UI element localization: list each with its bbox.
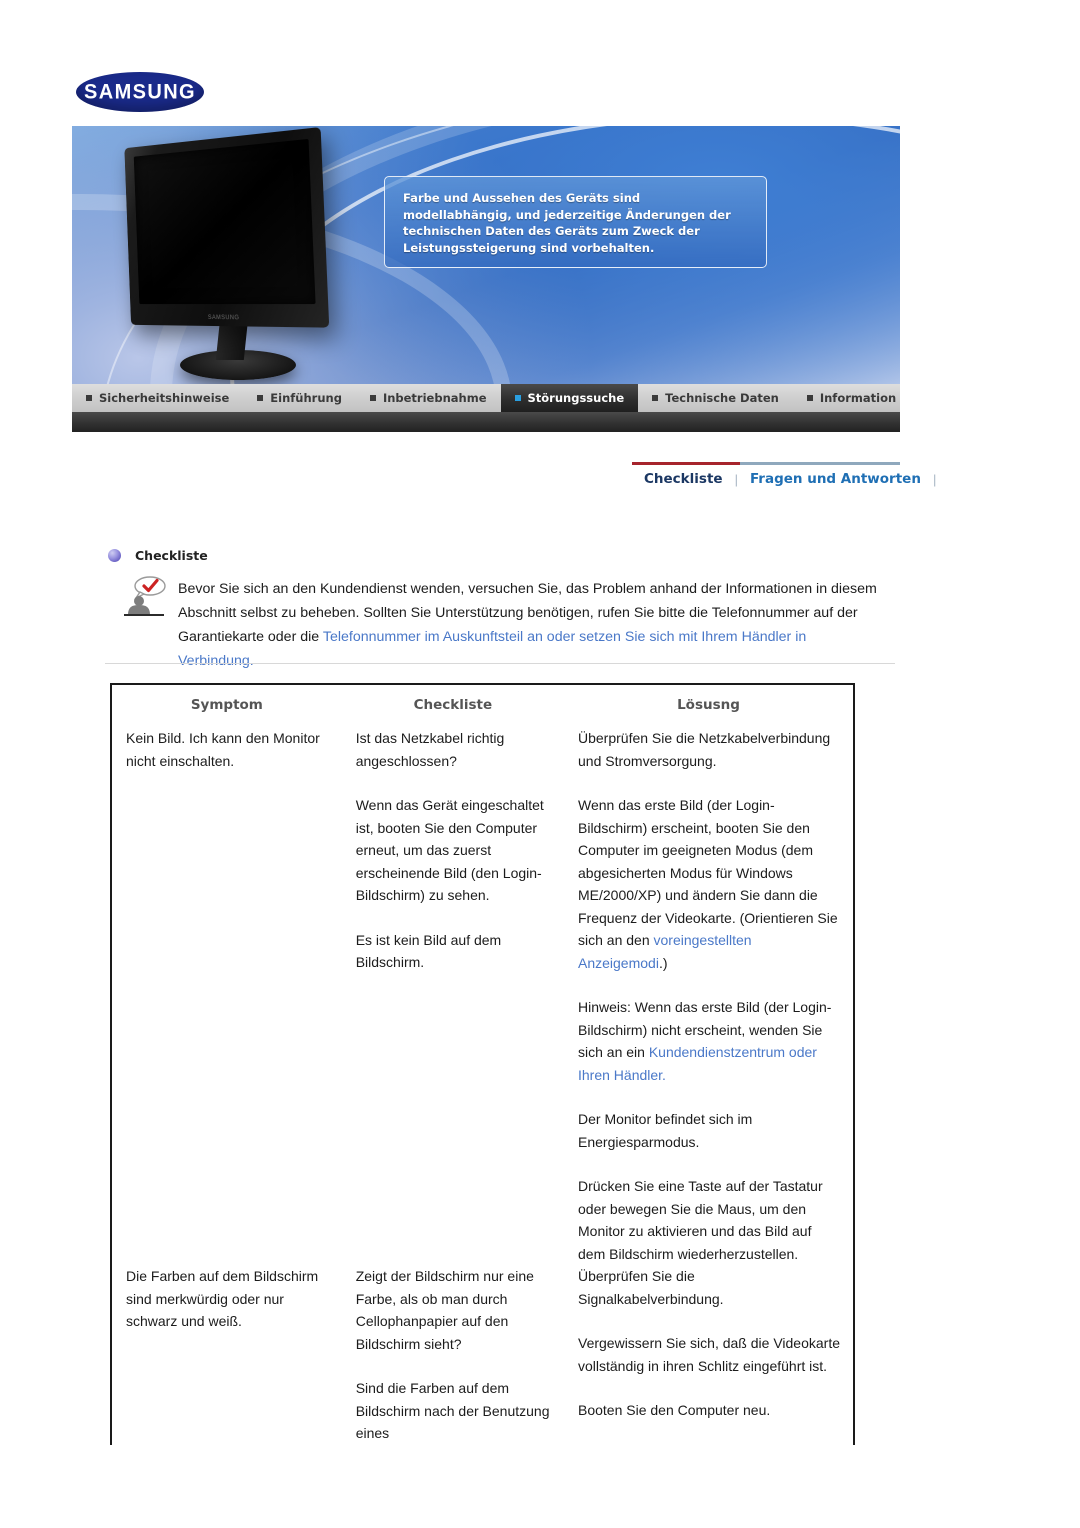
check-item: Sind die Farben auf dem Bildschirm nach …	[355, 1380, 550, 1441]
solution-item: Der Monitor befindet sich im Energiespar…	[578, 1111, 753, 1150]
page-root: SAMSUNG SAMSUNG Farbe und Aussehen des G…	[0, 0, 1080, 1528]
cell-solutions: Überprüfen Sie die Netzkabelverbindung u…	[564, 727, 853, 1265]
intro-block: Bevor Sie sich an den Kundendienst wende…	[120, 575, 880, 673]
subnav-rule	[632, 462, 900, 465]
solution-item: Überprüfen Sie die Netzkabelverbindung u…	[578, 730, 831, 769]
table-header-symptom: Symptom	[190, 697, 263, 713]
nav-tab-label: Störungssuche	[527, 391, 625, 405]
cell-checks: Zeigt der Bildschirm nur eine Farbe, als…	[342, 1265, 564, 1445]
check-item: Zeigt der Bildschirm nur eine Farbe, als…	[355, 1268, 534, 1352]
nav-tab-information[interactable]: Information	[793, 384, 910, 412]
solution-item: Wenn das erste Bild (der Login-Bildschir…	[578, 794, 841, 974]
subnav-item-checkliste[interactable]: Checkliste	[632, 471, 735, 487]
samsung-logo: SAMSUNG	[76, 72, 316, 118]
nav-tab-einfuehrung[interactable]: Einführung	[243, 384, 356, 412]
solution-item: Hinweis: Wenn das erste Bild (der Login-…	[578, 996, 841, 1086]
hero-banner: SAMSUNG Farbe und Aussehen des Geräts si…	[72, 126, 900, 384]
bullet-square-icon	[652, 395, 659, 401]
cell-symptom: Die Farben auf dem Bildschirm sind merkw…	[126, 1268, 319, 1329]
subnav-separator: |	[932, 471, 937, 487]
nav-tab-label: Sicherheitshinweise	[99, 391, 230, 405]
nav-tab-stoerungssuche[interactable]: Störungssuche	[500, 384, 639, 412]
section-heading: Checkliste	[108, 548, 208, 563]
content-divider	[105, 663, 895, 664]
main-navigation[interactable]: Sicherheitshinweise Einführung Inbetrieb…	[72, 384, 900, 412]
table-row: Kein Bild. Ich kann den Monitor nicht ei…	[112, 727, 853, 1265]
subnav-active-underline	[632, 462, 740, 465]
banner-notice-text: Farbe und Aussehen des Geräts sind model…	[403, 191, 731, 255]
intro-text: Bevor Sie sich an den Kundendienst wende…	[178, 575, 880, 673]
solution-text: Wenn das erste Bild (der Login-Bildschir…	[578, 797, 838, 948]
person-checkmark-icon	[120, 575, 168, 623]
monitor-screen	[133, 138, 316, 305]
subnav-item-fragen-und-antworten[interactable]: Fragen und Antworten	[738, 471, 933, 487]
table-header-checkliste: Checkliste	[413, 697, 493, 713]
table-row: Die Farben auf dem Bildschirm sind merkw…	[112, 1265, 853, 1445]
bullet-square-icon	[257, 395, 264, 401]
nav-tab-inbetriebnahme[interactable]: Inbetriebnahme	[356, 384, 501, 412]
banner-notice-box: Farbe und Aussehen des Geräts sind model…	[384, 176, 767, 268]
bullet-square-icon	[806, 395, 813, 401]
logo-text: SAMSUNG	[83, 79, 197, 104]
cell-symptom: Kein Bild. Ich kann den Monitor nicht ei…	[126, 730, 320, 769]
nav-tab-label: Einführung	[270, 391, 342, 405]
monitor-product-image: SAMSUNG	[106, 127, 406, 380]
solution-item: Vergewissern Sie sich, daß die Videokart…	[578, 1335, 840, 1374]
solution-text-post: .)	[658, 954, 668, 971]
nav-tab-label: Technische Daten	[665, 391, 779, 405]
troubleshooting-table: Symptom Checkliste Lösusng Kein Bild. Ic…	[110, 683, 855, 1445]
check-item: Wenn das Gerät eingeschaltet ist, booten…	[355, 797, 544, 903]
logo-ellipse: SAMSUNG	[76, 72, 204, 112]
nav-tab-label: Information	[819, 391, 897, 405]
subnav-items: Checkliste | Fragen und Antworten |	[632, 471, 936, 487]
cell-checks: Ist das Netzkabel richtig angeschlossen?…	[342, 727, 564, 1265]
solution-item: Booten Sie den Computer neu.	[578, 1402, 771, 1418]
nav-tab-label: Inbetriebnahme	[382, 391, 487, 405]
check-item: Ist das Netzkabel richtig angeschlossen?	[355, 730, 505, 769]
solution-item: Drücken Sie eine Taste auf der Tastatur …	[578, 1178, 823, 1262]
solution-item: Überprüfen Sie die Signalkabelverbindung…	[578, 1268, 724, 1307]
bullet-square-icon	[86, 395, 92, 401]
nav-tab-sicherheitshinweise[interactable]: Sicherheitshinweise	[72, 384, 243, 412]
sub-navigation[interactable]: Checkliste | Fragen und Antworten |	[632, 462, 936, 496]
section-title: Checkliste	[135, 548, 208, 563]
monitor-brand-label: SAMSUNG	[207, 314, 240, 322]
bullet-square-icon	[514, 395, 521, 401]
bullet-square-icon	[369, 395, 376, 401]
check-item: Es ist kein Bild auf dem Bildschirm.	[355, 931, 502, 971]
table-header-row: Symptom Checkliste Lösusng	[112, 685, 853, 727]
monitor-body: SAMSUNG	[124, 127, 330, 328]
cell-solutions: Überprüfen Sie die Signalkabelverbindung…	[564, 1265, 853, 1445]
nav-footer-bar	[72, 412, 900, 432]
table-header-loesung: Lösusng	[677, 697, 740, 713]
nav-tab-technische-daten[interactable]: Technische Daten	[638, 384, 793, 412]
sphere-bullet-icon	[108, 549, 121, 562]
